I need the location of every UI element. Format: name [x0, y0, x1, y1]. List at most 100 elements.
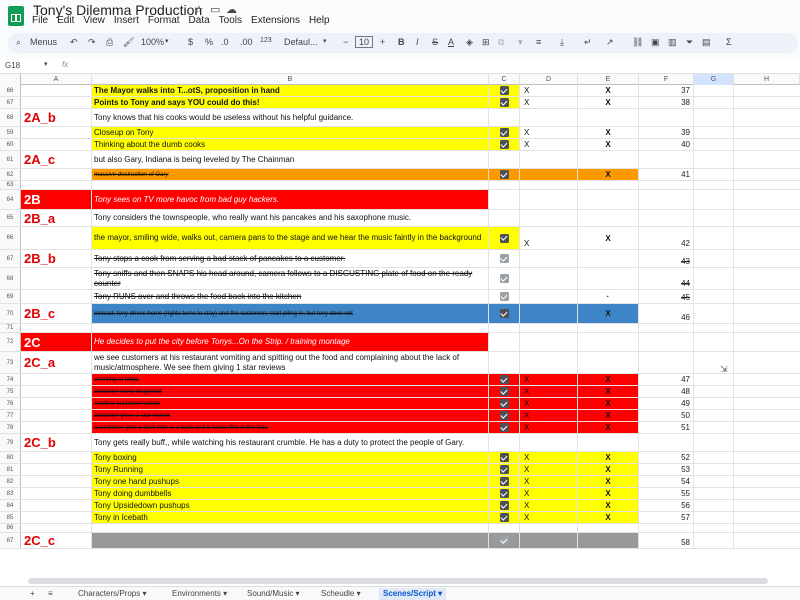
bold-button[interactable]: B	[398, 37, 405, 47]
column-e-cell[interactable]	[578, 151, 639, 168]
row-number[interactable]: 67	[0, 250, 21, 267]
column-e-cell[interactable]: X	[578, 512, 639, 523]
scene-id-cell[interactable]	[21, 139, 92, 150]
column-d-cell[interactable]: X	[520, 139, 578, 150]
shot-number-cell[interactable]: 46	[639, 304, 694, 323]
checkbox-checked-icon[interactable]	[499, 140, 509, 149]
description-cell[interactable]: Tony boxing	[92, 452, 489, 463]
column-g-cell[interactable]	[694, 398, 734, 409]
shot-number-cell[interactable]: 51	[639, 422, 694, 433]
column-g-cell[interactable]	[694, 139, 734, 150]
checkbox-checked-icon[interactable]	[499, 292, 509, 301]
column-e-cell[interactable]: X	[578, 452, 639, 463]
checkbox-checked-icon[interactable]	[499, 387, 509, 396]
row-number[interactable]: 74	[0, 374, 21, 385]
column-h-cell[interactable]	[734, 398, 800, 409]
column-g-cell[interactable]	[694, 227, 734, 249]
description-cell[interactable]: Tony gets really buff,, while watching h…	[92, 434, 489, 451]
checkbox-cell[interactable]	[489, 476, 520, 487]
checkbox-checked-icon[interactable]	[499, 86, 509, 95]
increase-font-size-icon[interactable]: +	[380, 37, 385, 47]
checkbox-cell[interactable]	[489, 452, 520, 463]
row-number[interactable]: 59	[0, 127, 21, 138]
column-e-cell[interactable]	[578, 210, 639, 226]
column-g-cell[interactable]	[694, 464, 734, 475]
row-number[interactable]: 62	[0, 169, 21, 180]
functions-button[interactable]: Σ	[726, 37, 732, 47]
column-h-cell[interactable]	[734, 139, 800, 150]
column-g-cell[interactable]	[694, 109, 734, 126]
row-number[interactable]: 84	[0, 500, 21, 511]
column-d-cell[interactable]	[520, 290, 578, 303]
column-h-cell[interactable]	[734, 181, 800, 189]
shot-number-cell[interactable]: 37	[639, 85, 694, 96]
column-d-cell[interactable]	[520, 524, 578, 532]
column-d-cell[interactable]: X	[520, 398, 578, 409]
row-number[interactable]: 81	[0, 464, 21, 475]
sheet-tab-scheudle[interactable]: Scheudle ▾	[321, 589, 361, 598]
checkbox-checked-icon[interactable]	[499, 274, 509, 283]
description-cell[interactable]: the mayor, smiling wide, walks out, came…	[92, 227, 489, 249]
column-h-cell[interactable]	[734, 97, 800, 108]
column-header-d[interactable]: D	[520, 74, 578, 85]
description-cell[interactable]: Tony considers the townspeople, who real…	[92, 210, 489, 226]
column-h-cell[interactable]	[734, 488, 800, 499]
shot-number-cell[interactable]	[639, 210, 694, 226]
column-g-cell[interactable]	[694, 85, 734, 96]
column-e-cell[interactable]	[578, 181, 639, 189]
checkbox-cell[interactable]	[489, 352, 520, 373]
more-formats-button[interactable]: 123	[260, 37, 272, 44]
column-e-cell[interactable]: X	[578, 85, 639, 96]
column-h-cell[interactable]	[734, 410, 800, 421]
scene-id-cell[interactable]	[21, 410, 92, 421]
row-number[interactable]: 61	[0, 151, 21, 168]
column-e-cell[interactable]: X	[578, 97, 639, 108]
increase-decimal-button[interactable]: .00	[240, 37, 253, 47]
column-d-cell[interactable]	[520, 151, 578, 168]
row-number[interactable]: 78	[0, 422, 21, 433]
column-e-cell[interactable]: ·	[578, 290, 639, 303]
column-d-cell[interactable]	[520, 210, 578, 226]
column-d-cell[interactable]	[520, 304, 578, 323]
decrease-font-size-icon[interactable]: −	[343, 37, 348, 47]
column-g-cell[interactable]	[694, 250, 734, 267]
insert-comment-icon[interactable]: ▣	[651, 37, 660, 48]
add-sheet-button[interactable]: +	[30, 589, 35, 598]
column-h-cell[interactable]	[734, 109, 800, 126]
row-number[interactable]: 63	[0, 181, 21, 189]
column-d-cell[interactable]: X	[520, 85, 578, 96]
description-cell[interactable]: vomiting at tonys	[92, 374, 489, 385]
sheet-tab-scenes-script[interactable]: Scenes/Script ▾	[379, 588, 447, 600]
column-d-cell[interactable]: X	[520, 464, 578, 475]
checkbox-cell[interactable]	[489, 190, 520, 209]
column-h-cell[interactable]	[734, 512, 800, 523]
shot-number-cell[interactable]: 44	[639, 268, 694, 289]
column-g-cell[interactable]	[694, 304, 734, 323]
row-number[interactable]: 82	[0, 476, 21, 487]
column-d-cell[interactable]	[520, 109, 578, 126]
shot-number-cell[interactable]: 45	[639, 290, 694, 303]
text-color-button[interactable]: A	[448, 37, 454, 47]
checkbox-cell[interactable]	[489, 169, 520, 180]
row-number[interactable]: 75	[0, 386, 21, 397]
checkbox-cell[interactable]	[489, 488, 520, 499]
description-cell[interactable]: Tony in Icebath	[92, 512, 489, 523]
row-number[interactable]: 83	[0, 488, 21, 499]
column-e-cell[interactable]	[578, 333, 639, 351]
row-number[interactable]: 76	[0, 398, 21, 409]
row-number[interactable]: 68	[0, 268, 21, 289]
scene-id-cell[interactable]	[21, 452, 92, 463]
row-number[interactable]: 86	[0, 524, 21, 532]
column-g-cell[interactable]	[694, 422, 734, 433]
scene-id-cell[interactable]: 2C_a	[21, 352, 92, 373]
checkbox-checked-icon[interactable]	[499, 399, 509, 408]
shot-number-cell[interactable]	[639, 352, 694, 373]
shot-number-cell[interactable]	[639, 524, 694, 532]
column-d-cell[interactable]	[520, 250, 578, 267]
scene-id-cell[interactable]: 2C	[21, 333, 92, 351]
text-rotation-icon[interactable]: ↗	[606, 37, 614, 48]
column-g-cell[interactable]	[694, 476, 734, 487]
column-h-cell[interactable]	[734, 452, 800, 463]
shot-number-cell[interactable]	[639, 333, 694, 351]
column-e-cell[interactable]	[578, 250, 639, 267]
